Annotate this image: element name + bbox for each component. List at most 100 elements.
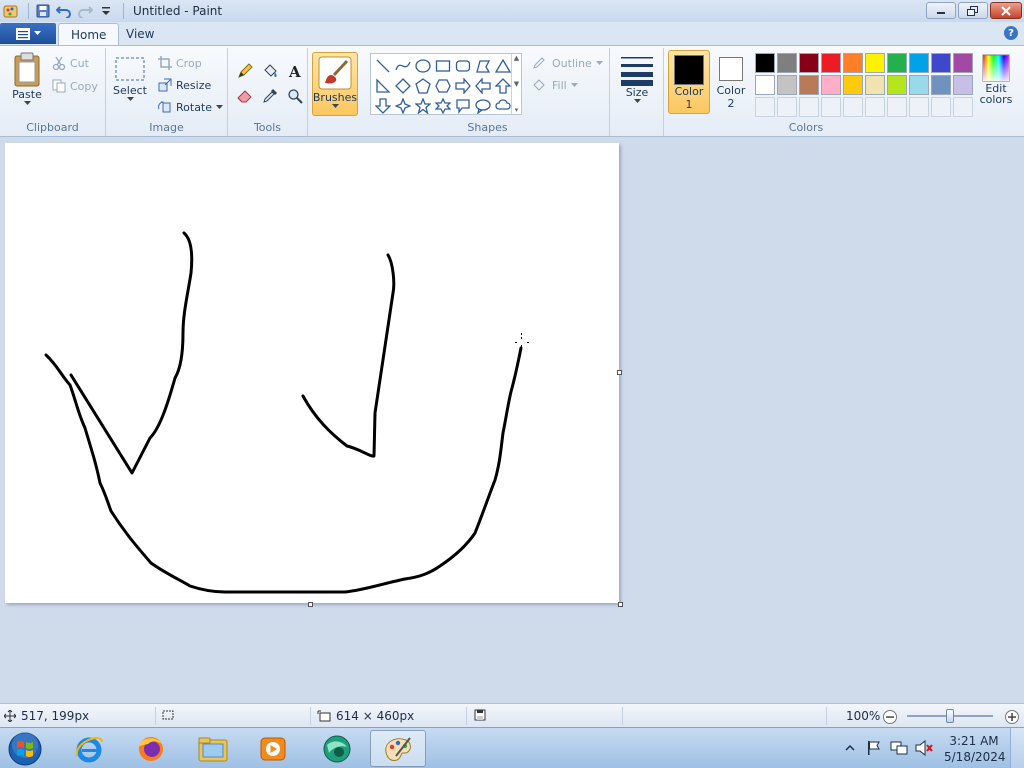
palette-swatch[interactable]	[887, 75, 907, 95]
shape-diamond[interactable]	[393, 76, 413, 96]
show-desktop-button[interactable]	[1010, 728, 1024, 768]
palette-swatch[interactable]	[931, 53, 951, 73]
volume-muted-icon[interactable]	[915, 740, 933, 756]
resize-handle-bottom[interactable]	[308, 602, 313, 607]
zoom-slider-thumb[interactable]	[946, 709, 954, 723]
palette-swatch[interactable]	[953, 53, 973, 73]
fill-tool[interactable]	[259, 60, 281, 82]
tab-home[interactable]: Home	[58, 23, 120, 45]
palette-custom-slot[interactable]	[799, 97, 819, 117]
palette-swatch[interactable]	[799, 53, 819, 73]
palette-swatch[interactable]	[843, 53, 863, 73]
taskbar-internet-explorer[interactable]	[61, 730, 117, 767]
shape-pentagon[interactable]	[413, 76, 433, 96]
palette-swatch[interactable]	[865, 75, 885, 95]
palette-swatch[interactable]	[909, 53, 929, 73]
network-icon[interactable]	[890, 740, 908, 756]
shape-down-arrow[interactable]	[373, 96, 393, 116]
canvas-workspace[interactable]	[0, 137, 1024, 703]
save-icon[interactable]	[34, 2, 52, 20]
palette-swatch[interactable]	[755, 53, 775, 73]
palette-custom-slot[interactable]	[865, 97, 885, 117]
size-button[interactable]: Size	[618, 54, 656, 104]
shape-curve[interactable]	[393, 56, 413, 76]
restore-button[interactable]	[958, 2, 988, 19]
palette-custom-slot[interactable]	[953, 97, 973, 117]
zoom-out-icon[interactable]	[882, 709, 898, 725]
shape-right-triangle[interactable]	[373, 76, 393, 96]
fill-button[interactable]: Fill	[532, 78, 578, 92]
close-button[interactable]	[990, 2, 1022, 19]
drawing-canvas[interactable]	[5, 143, 619, 603]
redo-icon[interactable]	[76, 2, 94, 20]
palette-swatch[interactable]	[909, 75, 929, 95]
taskbar-paint[interactable]	[370, 730, 426, 767]
shape-rounded-rectangle[interactable]	[453, 56, 473, 76]
palette-swatch[interactable]	[777, 75, 797, 95]
palette-custom-slot[interactable]	[821, 97, 841, 117]
palette-swatch[interactable]	[931, 75, 951, 95]
pencil-tool[interactable]	[234, 60, 256, 82]
palette-custom-slot[interactable]	[755, 97, 775, 117]
shape-six-point-star[interactable]	[433, 96, 453, 116]
palette-custom-slot[interactable]	[843, 97, 863, 117]
palette-custom-slot[interactable]	[887, 97, 907, 117]
color-picker-tool[interactable]	[259, 85, 281, 107]
file-menu-button[interactable]	[0, 23, 56, 44]
tab-view[interactable]: View	[114, 23, 166, 45]
palette-swatch[interactable]	[821, 53, 841, 73]
shape-triangle[interactable]	[493, 56, 513, 76]
rotate-button[interactable]: Rotate	[158, 100, 224, 114]
palette-swatch[interactable]	[843, 75, 863, 95]
outline-button[interactable]: Outline	[532, 56, 603, 70]
shape-rectangle[interactable]	[433, 56, 453, 76]
shape-five-point-star[interactable]	[413, 96, 433, 116]
cut-button[interactable]: Cut	[52, 56, 89, 70]
zoom-in-icon[interactable]	[1004, 709, 1020, 725]
palette-custom-slot[interactable]	[909, 97, 929, 117]
system-clock[interactable]: 3:21 AM 5/18/2024	[944, 733, 1006, 765]
palette-swatch[interactable]	[755, 75, 775, 95]
color2-button[interactable]: Color 2	[710, 50, 752, 114]
shape-four-point-star[interactable]	[393, 96, 413, 116]
palette-swatch[interactable]	[887, 53, 907, 73]
taskbar-media-player[interactable]	[245, 730, 301, 767]
action-center-flag-icon[interactable]	[866, 740, 882, 756]
edit-colors-button[interactable]: Edit colors	[974, 54, 1018, 106]
palette-swatch[interactable]	[799, 75, 819, 95]
paste-button[interactable]: Paste	[8, 52, 46, 106]
taskbar-app-globe[interactable]	[309, 730, 365, 767]
shape-left-arrow[interactable]	[473, 76, 493, 96]
start-button[interactable]	[0, 730, 50, 767]
undo-icon[interactable]	[55, 2, 73, 20]
copy-button[interactable]: Copy	[52, 79, 98, 93]
shape-rounded-callout[interactable]	[453, 96, 473, 116]
paint-app-icon[interactable]	[2, 2, 20, 20]
crop-button[interactable]: Crop	[158, 56, 202, 70]
resize-handle-right[interactable]	[617, 370, 622, 375]
shape-oval[interactable]	[413, 56, 433, 76]
palette-swatch[interactable]	[953, 75, 973, 95]
select-button[interactable]: Select	[112, 56, 148, 102]
brushes-button[interactable]: Brushes	[312, 52, 358, 116]
resize-button[interactable]: Resize	[158, 78, 211, 92]
taskbar-file-explorer[interactable]	[185, 730, 241, 767]
shape-oval-callout[interactable]	[473, 96, 493, 116]
show-hidden-icons-icon[interactable]	[845, 743, 855, 753]
shape-right-arrow[interactable]	[453, 76, 473, 96]
shape-line[interactable]	[373, 56, 393, 76]
taskbar-firefox[interactable]	[123, 730, 179, 767]
eraser-tool[interactable]	[234, 85, 256, 107]
shape-up-arrow[interactable]	[493, 76, 513, 96]
palette-swatch[interactable]	[777, 53, 797, 73]
text-tool[interactable]: A	[284, 60, 306, 82]
palette-swatch[interactable]	[821, 75, 841, 95]
color1-button[interactable]: Color 1	[668, 50, 710, 114]
shape-hexagon[interactable]	[433, 76, 453, 96]
magnifier-tool[interactable]	[284, 85, 306, 107]
shapes-scrollbar[interactable]: ▲ ▼ ▾	[511, 54, 521, 114]
palette-custom-slot[interactable]	[931, 97, 951, 117]
help-icon[interactable]: ?	[1004, 26, 1018, 40]
shape-cloud-callout[interactable]	[493, 96, 513, 116]
palette-swatch[interactable]	[865, 53, 885, 73]
